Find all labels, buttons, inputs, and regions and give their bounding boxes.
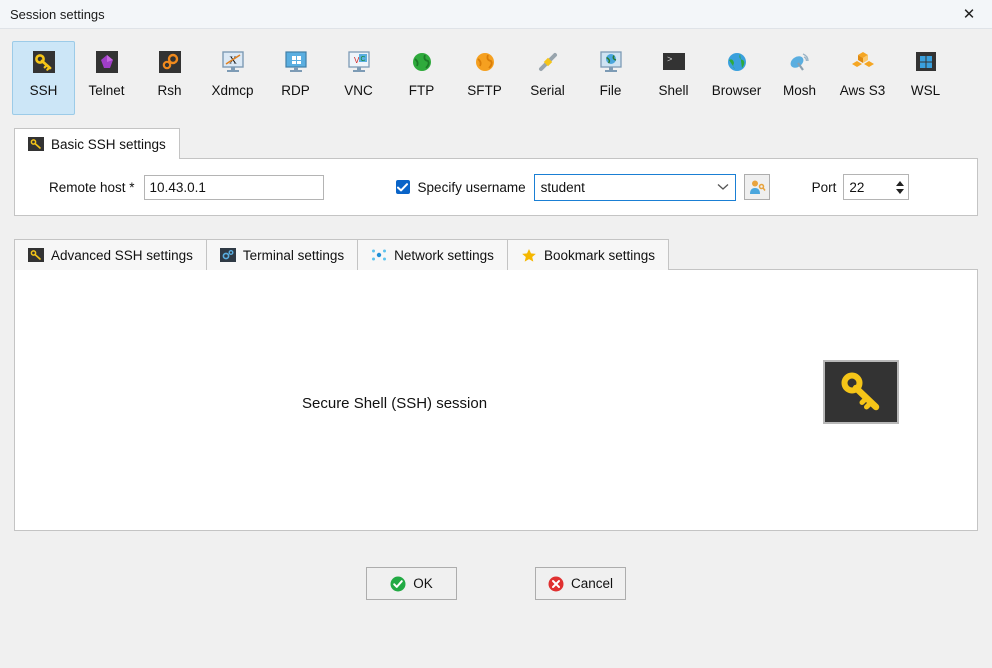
port-spinner-arrows[interactable]: [891, 175, 908, 199]
session-description: Secure Shell (SSH) session: [302, 395, 488, 412]
tab-bookmark-settings[interactable]: Bookmark settings: [506, 239, 669, 270]
port-field-group: Port 22: [812, 174, 910, 200]
remote-host-label: Remote host *: [49, 179, 135, 195]
tab-terminal-settings[interactable]: Terminal settings: [205, 239, 359, 270]
session-type-label: Xdmcp: [211, 83, 254, 98]
window-title: Session settings: [10, 6, 105, 22]
svg-text:C: C: [360, 56, 365, 63]
session-type-label: Serial: [530, 83, 565, 98]
session-type-shell[interactable]: > Shell: [642, 41, 705, 115]
network-dots-icon: [372, 249, 387, 261]
tab-label: Terminal settings: [242, 247, 345, 263]
star-icon: [522, 249, 536, 262]
rsh-gears-icon: [158, 51, 181, 73]
check-circle-icon: [390, 576, 406, 591]
tab-advanced-ssh-settings[interactable]: Advanced SSH settings: [14, 239, 207, 270]
svg-text:>: >: [667, 55, 672, 65]
spinner-up-icon[interactable]: [895, 180, 904, 186]
tab-label: Bookmark settings: [543, 247, 655, 263]
session-type-vnc[interactable]: V C VNC: [327, 41, 390, 115]
browser-globe-icon: [727, 53, 746, 71]
wsl-windows-icon: [915, 52, 936, 71]
session-type-label: Telnet: [88, 83, 125, 98]
specify-username-label: Specify username: [417, 179, 526, 195]
session-type-mosh[interactable]: Mosh: [768, 41, 831, 115]
xdmcp-monitor-icon: X: [221, 51, 244, 72]
ok-button[interactable]: OK: [366, 567, 457, 600]
session-type-ssh[interactable]: SSH: [12, 41, 75, 115]
cancel-label: Cancel: [570, 576, 614, 591]
session-type-strip: SSH Telnet Rsh X Xdmcp RDP V C VNC FTP S…: [0, 29, 992, 127]
session-type-aws-s3[interactable]: Aws S3: [831, 41, 894, 115]
tab-label: Basic SSH settings: [51, 136, 166, 152]
session-type-serial[interactable]: Serial: [516, 41, 579, 115]
telnet-gem-icon: [95, 51, 118, 73]
dialog-footer: OK Cancel: [0, 567, 992, 600]
ssh-key-icon: [28, 248, 44, 262]
advanced-section: Advanced SSH settings Terminal settings: [0, 238, 992, 668]
session-type-label: VNC: [344, 83, 373, 98]
port-spinner[interactable]: 22: [843, 174, 910, 200]
tab-network-settings[interactable]: Network settings: [357, 239, 508, 270]
aws-s3-cubes-icon: [851, 52, 874, 67]
session-type-ftp[interactable]: FTP: [390, 41, 453, 115]
shell-terminal-icon: >: [662, 53, 685, 70]
spinner-down-icon[interactable]: [895, 188, 904, 194]
session-type-label: WSL: [910, 83, 941, 98]
ok-label: OK: [413, 576, 433, 591]
basic-settings-panel: Remote host * Specify username student: [14, 158, 978, 216]
user-key-icon: [749, 180, 766, 194]
session-type-label: Mosh: [782, 83, 816, 98]
username-picker-button[interactable]: [743, 174, 770, 200]
session-type-label: SSH: [29, 83, 58, 98]
x-circle-icon: [548, 576, 564, 591]
titlebar: Session settings ✕: [0, 0, 992, 29]
settings-tabstrip: Advanced SSH settings Terminal settings: [0, 238, 992, 270]
username-combobox[interactable]: student: [533, 173, 736, 201]
rdp-monitor-icon: [284, 51, 307, 72]
session-type-wsl[interactable]: WSL: [894, 41, 957, 115]
specify-username-checkbox[interactable]: [395, 180, 410, 194]
session-type-label: Rsh: [157, 83, 182, 98]
tab-label: Advanced SSH settings: [51, 247, 193, 263]
ssh-key-large-icon: [823, 360, 899, 424]
sftp-globe-icon: [475, 53, 494, 71]
file-monitor-icon: [599, 51, 622, 72]
port-value: 22: [849, 179, 865, 195]
specify-username-group: Specify username student: [395, 173, 770, 201]
session-type-label: Shell: [658, 83, 689, 98]
terminal-icon: [219, 248, 236, 262]
cancel-button[interactable]: Cancel: [535, 567, 626, 600]
tab-basic-ssh-settings[interactable]: Basic SSH settings: [14, 128, 180, 159]
session-type-label: Aws S3: [839, 83, 886, 98]
vnc-monitor-icon: V C: [347, 51, 370, 72]
session-type-label: SFTP: [467, 83, 502, 98]
session-type-file[interactable]: File: [579, 41, 642, 115]
serial-plug-icon: [538, 53, 557, 71]
session-type-telnet[interactable]: Telnet: [75, 41, 138, 115]
session-settings-dialog: Session settings ✕ SSH Telnet Rsh X Xdmc…: [0, 0, 992, 668]
ssh-key-icon: [32, 51, 55, 73]
ftp-globe-icon: [412, 53, 431, 71]
session-type-sftp[interactable]: SFTP: [453, 41, 516, 115]
close-icon[interactable]: ✕: [946, 1, 992, 28]
session-content-panel: Secure Shell (SSH) session: [14, 269, 978, 531]
session-type-label: Browser: [711, 83, 762, 98]
session-type-label: RDP: [281, 83, 310, 98]
session-type-xdmcp[interactable]: X Xdmcp: [201, 41, 264, 115]
username-value: student: [540, 179, 585, 195]
session-type-label: File: [599, 83, 622, 98]
remote-host-input[interactable]: [143, 174, 324, 200]
session-type-browser[interactable]: Browser: [705, 41, 768, 115]
chevron-down-icon: [717, 184, 729, 190]
port-label: Port: [811, 179, 837, 195]
basic-settings-tabstrip: Basic SSH settings: [0, 127, 992, 159]
session-type-rdp[interactable]: RDP: [264, 41, 327, 115]
session-type-rsh[interactable]: Rsh: [138, 41, 201, 115]
session-type-label: FTP: [408, 83, 435, 98]
tab-label: Network settings: [394, 247, 494, 263]
mosh-dish-icon: [790, 53, 809, 71]
ssh-key-icon: [28, 137, 44, 151]
remote-host-field-group: Remote host *: [49, 174, 324, 200]
